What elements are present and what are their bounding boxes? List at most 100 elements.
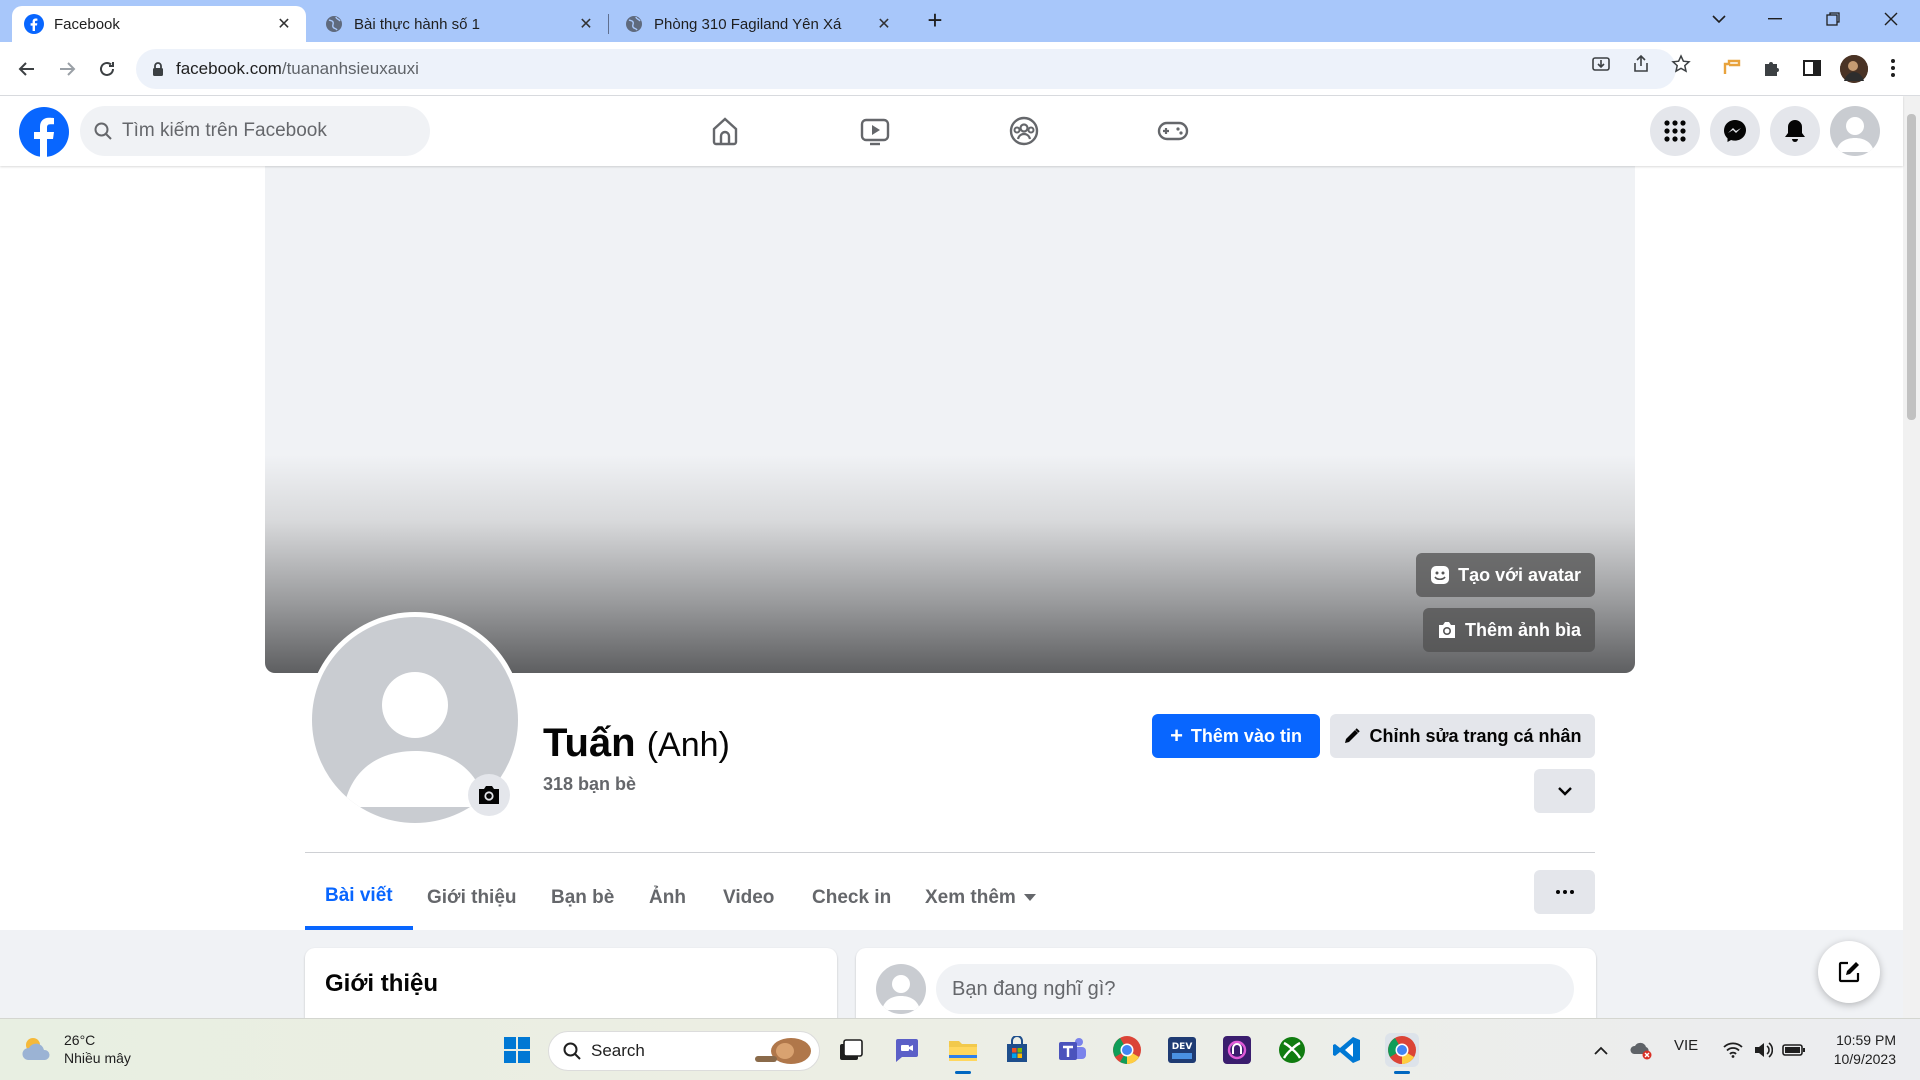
account-button[interactable]: [1830, 106, 1880, 156]
add-cover-photo-label: Thêm ảnh bìa: [1464, 619, 1581, 640]
tab-phong-310[interactable]: Phòng 310 Fagiland Yên Xá ✕: [612, 6, 906, 42]
notifications-button[interactable]: [1770, 106, 1820, 156]
add-to-story-label: Thêm vào tin: [1190, 725, 1302, 746]
cover-photo[interactable]: Tạo với avatar Thêm ảnh bìa: [265, 166, 1635, 673]
task-view-icon[interactable]: [834, 1033, 868, 1067]
browser-toolbar: facebook.com/tuananhsieuxauxi: [0, 42, 1920, 96]
forward-icon[interactable]: [52, 54, 82, 84]
microsoft-store-icon[interactable]: [1000, 1033, 1034, 1067]
header-divider: [305, 852, 1595, 853]
nav-groups[interactable]: [969, 106, 1079, 156]
start-windows-icon[interactable]: [500, 1033, 534, 1067]
close-tab-icon[interactable]: ✕: [576, 14, 596, 34]
close-window-icon[interactable]: [1868, 0, 1914, 38]
lock-icon[interactable]: [152, 61, 164, 77]
browser-profile-avatar[interactable]: [1840, 55, 1868, 83]
tab-title: Phòng 310 Fagiland Yên Xá: [654, 15, 842, 33]
camera-icon: [1437, 621, 1465, 639]
close-tab-icon[interactable]: ✕: [874, 14, 894, 34]
edit-profile-label: Chỉnh sửa trang cá nhân: [1369, 725, 1582, 746]
tab-search-chevron-icon[interactable]: [1696, 0, 1742, 38]
whats-on-your-mind-input[interactable]: Bạn đang nghĩ gì?: [936, 964, 1574, 1014]
globe-icon: [324, 14, 344, 34]
restore-icon[interactable]: [1810, 0, 1856, 38]
messenger-icon: [1723, 119, 1747, 143]
chrome-running-indicator: [1394, 1071, 1410, 1074]
onedrive-status-icon[interactable]: [1624, 1033, 1658, 1067]
file-explorer-icon[interactable]: [946, 1033, 980, 1067]
extension-ruler-icon[interactable]: [1719, 55, 1745, 81]
messenger-button[interactable]: [1710, 106, 1760, 156]
vscode-icon[interactable]: [1330, 1033, 1364, 1067]
camera-icon: [477, 784, 501, 806]
url-host: facebook.com: [176, 59, 282, 78]
browser-menu-icon[interactable]: [1880, 55, 1906, 81]
install-app-icon[interactable]: [1589, 52, 1613, 76]
system-clock[interactable]: 10:59 PM 10/9/2023: [1820, 1031, 1896, 1069]
wifi-icon[interactable]: [1716, 1033, 1750, 1067]
xbox-icon[interactable]: [1275, 1033, 1309, 1067]
chrome-icon[interactable]: [1110, 1033, 1144, 1067]
input-language-indicator[interactable]: VIE: [1674, 1037, 1698, 1054]
new-tab-icon[interactable]: +: [922, 7, 948, 34]
friend-count-link[interactable]: 318 bạn bè: [543, 774, 636, 795]
extensions-puzzle-icon[interactable]: [1759, 55, 1785, 81]
chrome-active-icon[interactable]: [1385, 1033, 1419, 1067]
address-bar[interactable]: facebook.com/tuananhsieuxauxi: [136, 49, 1676, 89]
nav-gaming[interactable]: [1118, 106, 1228, 156]
nav-watch[interactable]: [820, 106, 930, 156]
search-icon: [94, 122, 112, 140]
page-scrollbar[interactable]: [1903, 96, 1920, 1018]
tab-friends[interactable]: Bạn bè: [551, 866, 614, 930]
show-hidden-icons-chevron-icon[interactable]: [1584, 1033, 1618, 1067]
tab-photos[interactable]: Ảnh: [649, 866, 686, 930]
scrollbar-thumb[interactable]: [1907, 114, 1916, 420]
bookmark-star-icon[interactable]: [1669, 52, 1693, 76]
minimize-icon[interactable]: [1752, 0, 1798, 38]
profile-header: Tạo với avatar Thêm ảnh bìa Tuấn (Anh) 3…: [0, 166, 1903, 930]
volume-icon[interactable]: [1746, 1033, 1780, 1067]
facebook-logo-icon[interactable]: [18, 106, 70, 158]
update-profile-picture-button[interactable]: [468, 774, 510, 816]
app-icon-purple[interactable]: [1220, 1033, 1254, 1067]
profile-name-alternate: (Anh): [646, 726, 730, 764]
browser-tab-strip: Facebook ✕ Bài thực hành số 1 ✕ Phòng 31…: [0, 0, 1920, 42]
side-panel-icon[interactable]: [1799, 55, 1825, 81]
more-options-dropdown[interactable]: [1534, 769, 1595, 813]
profile-more-button[interactable]: [1534, 870, 1595, 914]
tab-posts[interactable]: Bài viết: [305, 866, 413, 930]
battery-icon[interactable]: [1777, 1033, 1811, 1067]
tab-about[interactable]: Giới thiệu: [427, 866, 517, 930]
weather-widget[interactable]: 26°C Nhiều mây: [20, 1031, 131, 1067]
tab-checkins[interactable]: Check in: [812, 866, 891, 930]
facebook-search-box[interactable]: [80, 106, 430, 156]
close-tab-icon[interactable]: ✕: [274, 14, 294, 34]
create-with-avatar-button[interactable]: Tạo với avatar: [1416, 553, 1595, 597]
tab-videos[interactable]: Video: [723, 866, 774, 930]
clock-time: 10:59 PM: [1836, 1032, 1896, 1048]
edit-profile-button[interactable]: Chỉnh sửa trang cá nhân: [1330, 714, 1595, 758]
add-to-story-button[interactable]: + Thêm vào tin: [1152, 714, 1320, 758]
share-icon[interactable]: [1629, 52, 1653, 76]
chevron-down-icon: [1557, 786, 1572, 796]
back-icon[interactable]: [12, 54, 42, 84]
search-icon: [563, 1042, 581, 1060]
tab-facebook[interactable]: Facebook ✕: [12, 6, 306, 42]
add-cover-photo-button[interactable]: Thêm ảnh bìa: [1422, 608, 1595, 652]
teams-chat-icon[interactable]: [889, 1033, 923, 1067]
intro-card-title: Giới thiệu: [325, 970, 439, 997]
reload-icon[interactable]: [92, 54, 122, 84]
clock-date: 10/9/2023: [1833, 1051, 1896, 1067]
nav-home[interactable]: [670, 106, 780, 156]
dev-home-icon[interactable]: DEV: [1165, 1033, 1199, 1067]
taskbar-search-box[interactable]: Search: [548, 1031, 820, 1071]
new-message-button[interactable]: [1818, 941, 1880, 1003]
tab-more[interactable]: Xem thêm: [925, 866, 1036, 930]
facebook-header: [0, 96, 1903, 166]
teams-icon[interactable]: [1055, 1033, 1089, 1067]
composer-avatar[interactable]: [876, 964, 926, 1014]
tab-bai-thuc-hanh[interactable]: Bài thực hành số 1 ✕: [312, 6, 608, 42]
menu-button[interactable]: [1650, 106, 1700, 156]
weather-text: Nhiều mây: [64, 1050, 131, 1066]
search-input[interactable]: [122, 120, 402, 142]
